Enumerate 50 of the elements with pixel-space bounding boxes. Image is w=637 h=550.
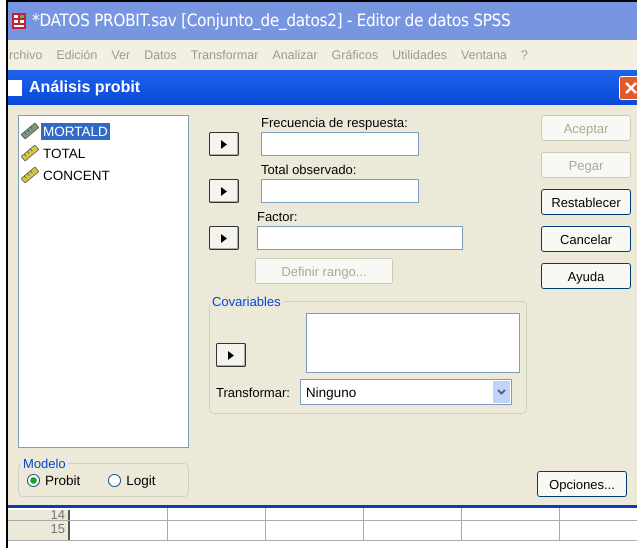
triangle-icon — [221, 140, 227, 148]
group-label: Modelo — [22, 456, 67, 471]
dialog-title: Análisis probit — [29, 78, 140, 96]
field-label: Factor: — [257, 209, 298, 224]
dialog-button[interactable]: Cancelar — [541, 226, 631, 252]
input-field[interactable] — [261, 179, 419, 203]
close-button[interactable] — [619, 76, 637, 100]
spreadsheet-icon — [12, 13, 26, 29]
field-label: Frecuencia de respuesta: — [261, 115, 409, 130]
row-number: 15 — [8, 521, 70, 540]
radio-label: Logit — [126, 473, 156, 488]
menu-item[interactable]: rchivo — [9, 48, 42, 62]
menu-item[interactable]: ? — [520, 48, 528, 62]
radio-label: Probit — [45, 473, 80, 488]
menu-item[interactable]: Datos — [144, 48, 177, 62]
menu-item[interactable]: Transformar — [190, 48, 258, 62]
menu-item[interactable]: Edición — [56, 48, 98, 62]
options-button[interactable]: Opciones... — [537, 471, 627, 497]
triangle-icon — [221, 234, 227, 242]
window-icon — [8, 80, 22, 96]
triangle-icon — [221, 186, 227, 196]
group-label: Covariables — [211, 294, 282, 309]
radio-option[interactable]: Probit — [27, 473, 80, 488]
radio-button[interactable] — [27, 474, 40, 487]
move-button[interactable] — [216, 343, 246, 367]
covariates-list[interactable] — [306, 313, 520, 373]
input-field[interactable] — [261, 132, 419, 156]
menu-item[interactable]: Ventana — [460, 48, 507, 62]
field-label: Total observado: — [261, 162, 358, 177]
menu-item[interactable]: Analizar — [272, 48, 318, 62]
row-number: 14 — [8, 510, 70, 520]
window-title: *DATOS PROBIT.sav [Conjunto_de_datos2] - Editor de datos SPSS — [32, 11, 510, 31]
close-icon — [625, 82, 637, 94]
menu-item[interactable]: Utilidades — [392, 48, 447, 62]
field-label: Transformar: — [216, 384, 290, 400]
variable-item[interactable]: TOTAL — [41, 144, 88, 162]
menu-item[interactable]: Gráficos — [332, 48, 378, 62]
move-button[interactable] — [209, 179, 239, 203]
dialog-button[interactable]: Restablecer — [541, 189, 631, 215]
variable-item[interactable]: MORTALD — [41, 122, 110, 140]
menu-item[interactable]: Ver — [111, 48, 130, 62]
input-field[interactable] — [257, 226, 463, 250]
variable-item[interactable]: CONCENT — [41, 166, 112, 184]
radio-button[interactable] — [108, 474, 122, 487]
transform-dropdown[interactable]: Ninguno — [300, 379, 512, 405]
radio-option[interactable]: Logit — [108, 473, 156, 488]
triangle-icon — [228, 350, 234, 360]
dialog-button[interactable]: Ayuda — [541, 263, 631, 289]
move-button[interactable] — [209, 132, 239, 156]
move-button[interactable] — [209, 226, 239, 250]
